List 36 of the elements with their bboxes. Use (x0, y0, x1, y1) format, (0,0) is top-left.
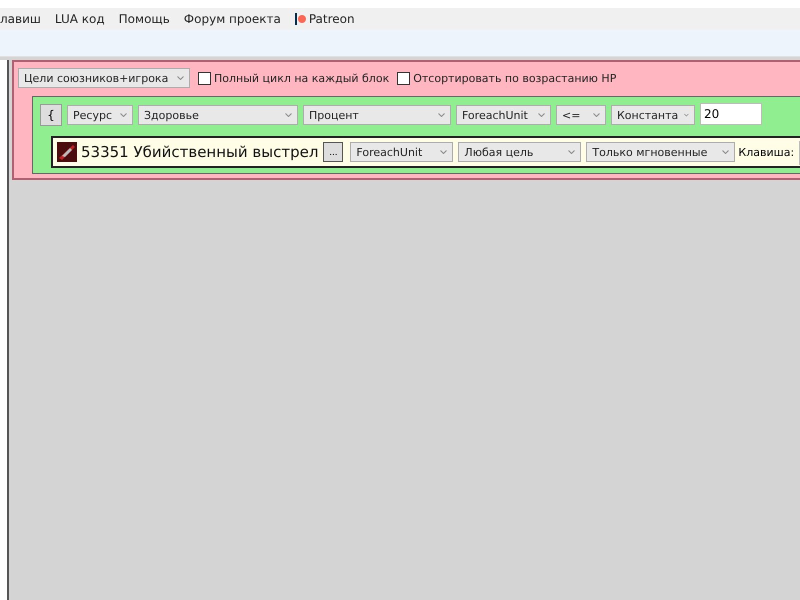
caret-icon (568, 150, 576, 154)
brace-button[interactable]: { (40, 104, 62, 126)
patreon-icon (294, 13, 306, 25)
caret-icon (438, 113, 445, 117)
spell-name: 53351 Убийственный выстрел (81, 143, 318, 161)
dropdown[interactable]: ForeachUnit (350, 142, 454, 162)
caret-icon (440, 150, 448, 154)
dropdown[interactable]: Только мгновенные (586, 142, 736, 162)
dropdown[interactable]: Константа (611, 105, 695, 125)
caret-icon (285, 113, 292, 117)
dropdown[interactable]: Здоровье (138, 105, 298, 125)
menu-item[interactable]: Помощь (112, 12, 177, 26)
caret-icon (120, 113, 127, 117)
dropdown[interactable]: Любая цель (458, 142, 582, 162)
checkbox[interactable] (397, 72, 410, 84)
menu-item[interactable]: LUA код (48, 12, 112, 26)
caret-icon (538, 113, 545, 117)
more-button[interactable]: ... (323, 142, 344, 162)
checkbox-label: Отсортировать по возрастанию HP (413, 72, 616, 84)
dropdown[interactable]: Ресурс (67, 105, 133, 125)
menu-item[interactable]: Форум проекта (176, 12, 288, 26)
caret-icon (722, 150, 730, 154)
menu-item[interactable]: Patreon (288, 12, 362, 26)
dropdown[interactable]: ForeachUnit (456, 105, 551, 125)
menu-item[interactable]: лавиш (0, 12, 48, 26)
checkbox-label: Полный цикл на каждый блок (214, 72, 390, 84)
caret-icon (177, 76, 184, 80)
dropdown[interactable]: Процент (303, 105, 451, 125)
dropdown[interactable]: <= (556, 105, 606, 125)
key-label: Клавиша: (738, 146, 794, 158)
spell-icon (57, 142, 77, 162)
input-field[interactable]: 20 (700, 103, 762, 125)
caret-icon (684, 113, 689, 117)
caret-icon (593, 113, 600, 117)
target-dropdown[interactable]: Цели союзников+игрока (18, 68, 190, 88)
checkbox[interactable] (198, 72, 211, 84)
